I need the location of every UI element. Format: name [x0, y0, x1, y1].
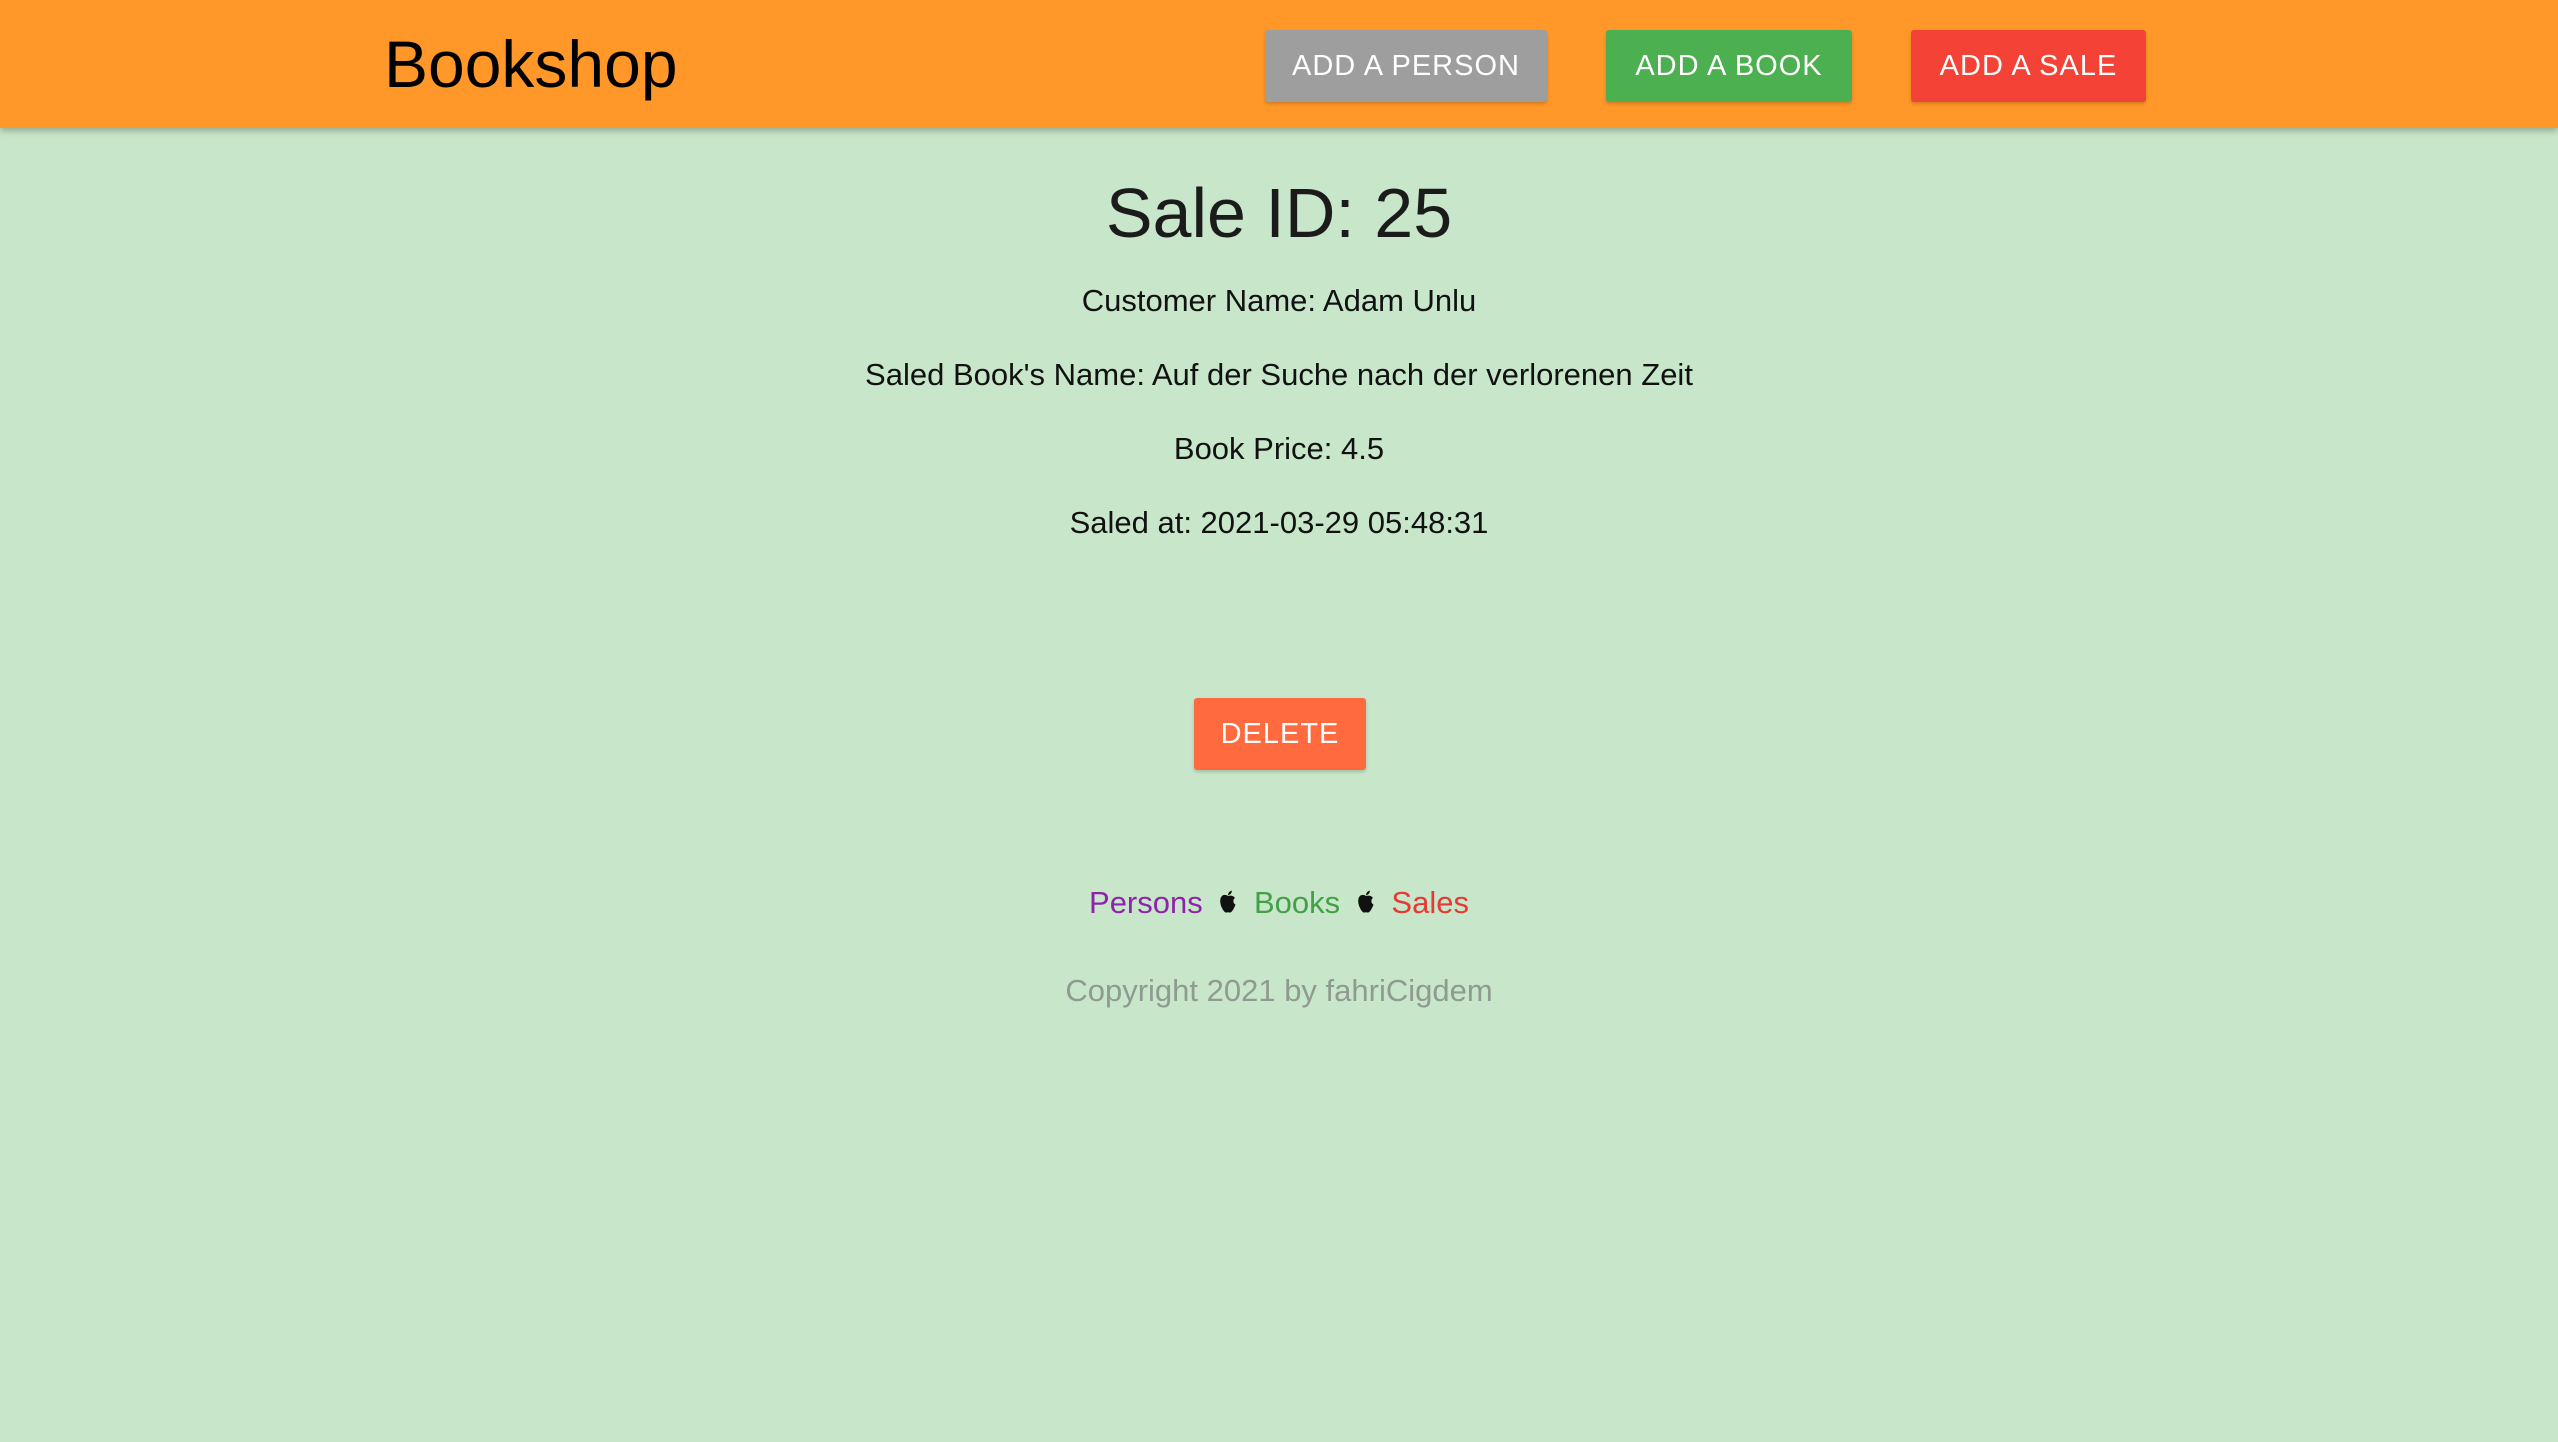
add-person-button[interactable]: ADD A PERSON	[1265, 30, 1547, 102]
book-name-text: Saled Book's Name: Auf der Suche nach de…	[865, 357, 1693, 392]
top-navbar: Bookshop ADD A PERSON ADD A BOOK ADD A S…	[0, 0, 2558, 128]
copyright-text: Copyright 2021 by fahriCigdem	[1065, 973, 1493, 1008]
footer-nav: Persons Books Sales	[0, 883, 2558, 923]
customer-name-text: Customer Name: Adam Unlu	[1081, 283, 1477, 318]
footer-link-books[interactable]: Books	[1254, 883, 1340, 923]
brand-logo-text[interactable]: Bookshop	[384, 22, 678, 106]
saled-at-text: Saled at: 2021-03-29 05:48:31	[1069, 505, 1489, 540]
page-title: Sale ID: 25	[1105, 174, 1453, 252]
footer-link-persons[interactable]: Persons	[1089, 883, 1203, 923]
apple-icon	[1358, 890, 1374, 913]
delete-button[interactable]: DELETE	[1194, 698, 1366, 770]
add-book-button[interactable]: ADD A BOOK	[1606, 30, 1852, 102]
add-sale-button[interactable]: ADD A SALE	[1911, 30, 2146, 102]
apple-icon	[1220, 890, 1236, 913]
book-price-text: Book Price: 4.5	[1173, 431, 1385, 466]
footer-link-sales[interactable]: Sales	[1391, 883, 1469, 923]
